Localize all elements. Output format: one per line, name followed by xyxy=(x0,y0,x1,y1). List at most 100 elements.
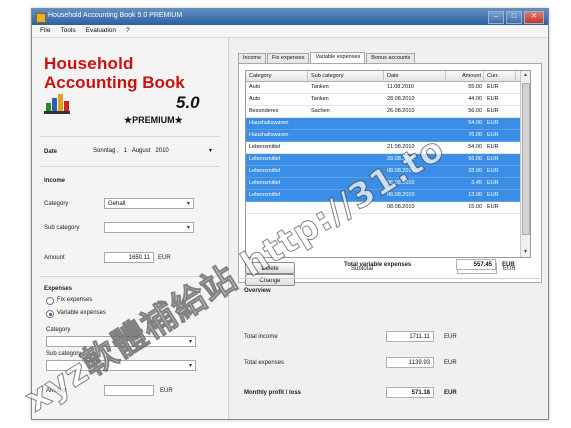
cell-subcategory xyxy=(308,118,384,129)
cell-currency: EUR xyxy=(487,84,499,90)
bar-chart-logo-icon xyxy=(44,94,70,114)
cell-category: Auto xyxy=(249,96,261,102)
monthly-profit-label: Monthly profit / loss xyxy=(244,390,301,396)
income-category-select[interactable]: Gehalt xyxy=(104,198,194,210)
monthly-profit-value: 571.18 xyxy=(386,387,434,398)
menu-tools[interactable]: Tools xyxy=(60,25,75,37)
fix-expenses-label: Fix expenses xyxy=(57,297,93,303)
total-expenses-value: 1139.93 xyxy=(386,357,434,368)
scroll-thumb[interactable] xyxy=(522,83,530,235)
expense-currency: EUR xyxy=(160,388,173,394)
cell-date: 26.08.2010 xyxy=(387,108,415,114)
cell-amount: 44.00 xyxy=(468,96,482,102)
cell-subcategory xyxy=(308,130,384,141)
income-subcategory-label: Sub category xyxy=(44,225,80,231)
monthly-profit-currency: EUR xyxy=(444,390,457,396)
expense-category-label: Category xyxy=(46,327,71,333)
tab-bar: Income Fix expenses Variable expenses Bo… xyxy=(238,52,416,63)
table-row[interactable]: Auto Tanken 28.08.2010 44.00 EUR xyxy=(246,94,530,106)
chevron-down-icon[interactable]: ▾ xyxy=(209,146,212,157)
fix-expenses-radio[interactable] xyxy=(46,297,54,305)
tab-income[interactable]: Income xyxy=(238,53,267,63)
tab-variable-expenses[interactable]: Variable expenses xyxy=(310,52,366,63)
logo-line1: Household xyxy=(44,54,134,73)
cell-currency: EUR xyxy=(487,120,499,126)
divider xyxy=(40,166,220,167)
cell-date: 08.08.2010 xyxy=(387,204,415,210)
table-row[interactable]: Haushaltswaren 54.00 EUR xyxy=(246,118,530,130)
minimize-button[interactable]: – xyxy=(488,11,504,24)
variable-expenses-label: Variable expenses xyxy=(57,310,106,316)
cell-category: Haushaltswaren xyxy=(249,132,289,138)
app-icon xyxy=(36,13,46,23)
cell-currency: EUR xyxy=(487,204,499,210)
window-title: Household Accounting Book 5.0 PREMIUM xyxy=(48,12,183,19)
logo-line2: Accounting Book xyxy=(44,73,185,92)
date-picker[interactable]: Sonntag , 1 August 2010 ▾ xyxy=(90,146,216,157)
cell-category: Lebensmittel xyxy=(249,144,281,150)
cell-amount: 76.00 xyxy=(468,132,482,138)
cell-amount: 28.00 xyxy=(468,168,482,174)
income-currency: EUR xyxy=(158,255,171,261)
cell-subcategory: Sachen xyxy=(311,108,330,114)
income-header: Income xyxy=(44,178,66,184)
cell-currency: EUR xyxy=(487,96,499,102)
cell-category: Lebensmittel xyxy=(249,156,281,162)
income-amount-label: Amount xyxy=(44,255,65,261)
total-variable-currency: EUR xyxy=(502,262,515,268)
date-month: August xyxy=(131,148,151,154)
menu-help[interactable]: ? xyxy=(126,25,130,37)
date-label: Date xyxy=(44,149,58,155)
income-category-label: Category xyxy=(44,201,69,207)
cell-category: Haushaltswaren xyxy=(249,120,289,126)
table-scrollbar[interactable]: ▲ ▼ xyxy=(520,71,530,257)
cell-currency: EUR xyxy=(487,132,499,138)
date-year: 2010 xyxy=(155,148,169,154)
maximize-button[interactable]: □ xyxy=(506,11,522,24)
divider xyxy=(238,278,540,279)
income-subcategory-select[interactable] xyxy=(104,222,194,234)
menu-bar: File Tools Evaluation ? xyxy=(32,25,548,38)
cell-currency: EUR xyxy=(487,168,499,174)
logo-edition: ★PREMIUM★ xyxy=(124,115,183,125)
expense-amount-input[interactable] xyxy=(104,385,154,396)
total-income-currency: EUR xyxy=(444,334,457,340)
cell-currency: EUR xyxy=(487,192,499,198)
col-amount[interactable]: Amount xyxy=(446,71,484,81)
cell-amount: 13.00 xyxy=(468,192,482,198)
cell-amount: 15.00 xyxy=(468,204,482,210)
cell-category: Besonderes xyxy=(249,108,279,114)
income-amount-input[interactable]: 1650.11 xyxy=(104,252,154,263)
tab-fix-expenses[interactable]: Fix expenses xyxy=(267,53,310,63)
cell-date: 28.08.2010 xyxy=(387,96,415,102)
cell-category: Auto xyxy=(249,84,261,90)
col-date[interactable]: Date xyxy=(384,71,446,81)
scroll-up-icon[interactable]: ▲ xyxy=(521,71,530,80)
col-category[interactable]: Category xyxy=(246,71,308,81)
menu-file[interactable]: File xyxy=(40,25,50,37)
table-row[interactable]: Haushaltswaren 76.00 EUR xyxy=(246,130,530,142)
cell-subcategory: Tanken xyxy=(311,84,329,90)
total-income-label: Total income xyxy=(244,334,278,340)
cell-date: 11.08.2010 xyxy=(387,84,415,90)
menu-evaluation[interactable]: Evaluation xyxy=(86,25,116,37)
expenses-header: Expenses xyxy=(44,286,73,292)
divider xyxy=(40,136,220,137)
table-row[interactable]: Besonderes Sachen 26.08.2010 56.00 EUR xyxy=(246,106,530,118)
variable-expenses-radio[interactable] xyxy=(46,310,54,318)
cell-currency: EUR xyxy=(487,108,499,114)
scroll-down-icon[interactable]: ▼ xyxy=(521,248,530,257)
table-row[interactable]: Auto Tanken 11.08.2010 55.00 EUR xyxy=(246,82,530,94)
date-weekday: Sonntag xyxy=(93,148,116,154)
cell-amount: 54.00 xyxy=(468,144,482,150)
title-bar[interactable]: Household Accounting Book 5.0 PREMIUM – … xyxy=(32,9,548,25)
logo-version: 5.0 xyxy=(176,93,200,112)
tab-bonus-accounts[interactable]: Bonus accounts xyxy=(366,53,416,63)
cell-subcategory: Tanken xyxy=(311,96,329,102)
cell-currency: EUR xyxy=(487,180,499,186)
close-button[interactable]: ✕ xyxy=(524,11,544,24)
col-subcategory[interactable]: Sub category xyxy=(308,71,384,81)
income-category-value: Gehalt xyxy=(108,201,126,207)
total-expenses-label: Total expenses xyxy=(244,360,285,366)
col-currency[interactable]: Curr. xyxy=(484,71,516,81)
